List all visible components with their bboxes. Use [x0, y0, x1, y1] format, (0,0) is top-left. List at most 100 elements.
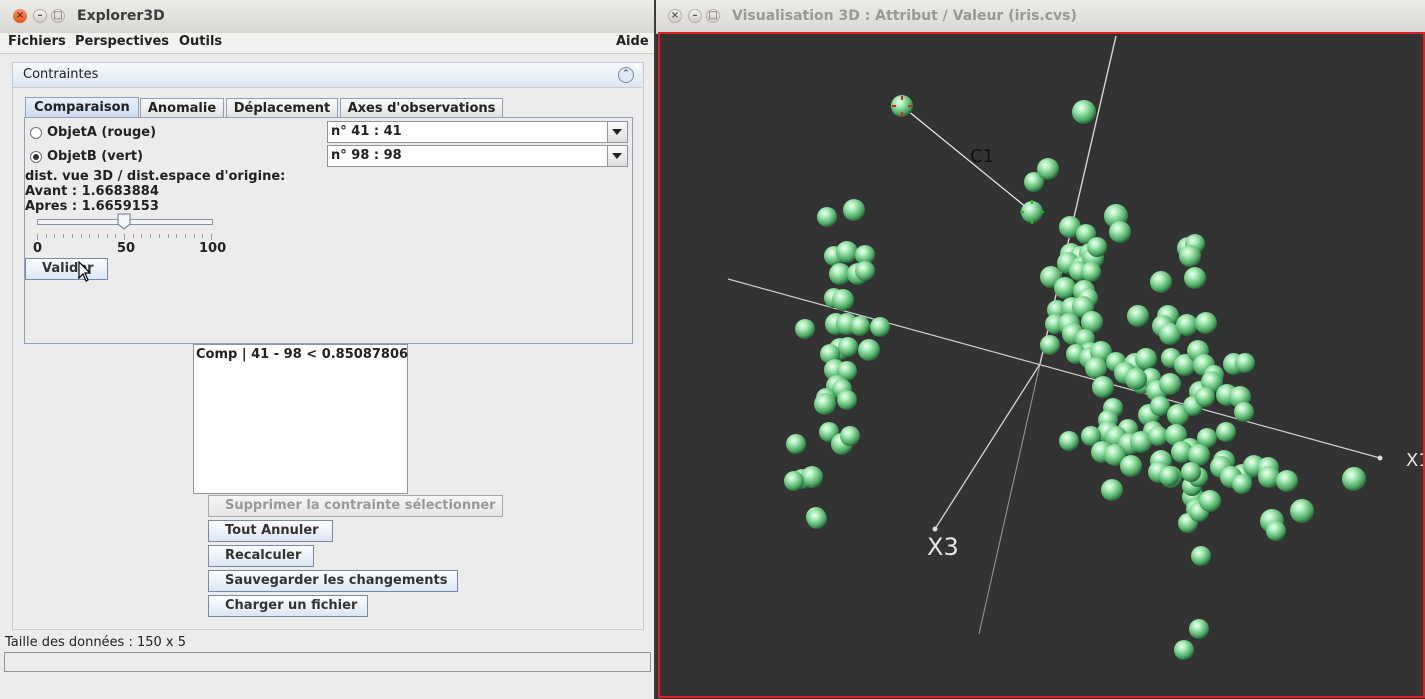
tab-deplacement[interactable]: Déplacement	[226, 98, 338, 117]
data-point-sphere[interactable]	[858, 339, 880, 361]
list-item[interactable]: Comp | 41 - 98 < 0.85087806	[196, 347, 408, 362]
data-point-sphere[interactable]	[1232, 474, 1252, 494]
sauvegarder-button[interactable]: Sauvegarder les changements	[208, 570, 458, 592]
data-point-sphere[interactable]	[1195, 387, 1215, 407]
data-point-sphere[interactable]	[1216, 422, 1236, 442]
data-point-sphere[interactable]	[840, 426, 860, 446]
constraints-header[interactable]: Contraintes ⌃	[13, 63, 642, 88]
data-point-sphere[interactable]	[1159, 466, 1179, 486]
data-point-sphere[interactable]	[1184, 267, 1206, 289]
data-point-sphere[interactable]	[1072, 100, 1096, 124]
visualisation-titlebar[interactable]: × – □ Visualisation 3D : Attribut / Vale…	[656, 0, 1425, 34]
data-point-sphere[interactable]	[1040, 335, 1060, 355]
chevron-down-icon[interactable]	[607, 122, 627, 142]
data-point-sphere[interactable]	[1059, 431, 1079, 451]
slider-tick-mark	[141, 234, 143, 238]
data-point-sphere[interactable]	[1174, 640, 1194, 660]
slider-ticks	[37, 234, 212, 240]
data-point-sphere[interactable]	[1191, 546, 1211, 566]
data-point-sphere[interactable]	[817, 207, 837, 227]
data-point-sphere[interactable]	[1176, 314, 1198, 336]
data-point-sphere[interactable]	[832, 289, 854, 311]
data-point-sphere[interactable]	[838, 337, 858, 357]
slider-tick-0: 0	[33, 241, 43, 256]
maximize-icon[interactable]: □	[51, 9, 65, 23]
axis-line	[934, 363, 1041, 530]
data-point-sphere[interactable]	[850, 316, 870, 336]
slider-tick-mark	[106, 234, 108, 238]
slider-thumb[interactable]	[117, 213, 131, 230]
chevron-down-icon[interactable]	[607, 146, 627, 166]
data-point-sphere[interactable]	[1235, 353, 1255, 373]
data-point-sphere[interactable]	[1181, 462, 1201, 482]
data-point-sphere[interactable]	[1125, 368, 1147, 390]
menu-outils[interactable]: Outils	[179, 34, 222, 49]
data-point-sphere[interactable]	[1135, 348, 1157, 370]
slider-tick-mark	[184, 234, 186, 238]
data-point-sphere[interactable]	[1021, 201, 1043, 223]
data-point-sphere[interactable]	[1101, 479, 1123, 501]
menu-bar: Fichiers Perspectives Outils Aide	[0, 33, 654, 54]
data-point-sphere[interactable]	[1195, 312, 1217, 334]
data-point-sphere[interactable]	[1159, 373, 1181, 395]
data-point-sphere[interactable]	[786, 434, 806, 454]
close-icon[interactable]: ×	[13, 9, 27, 23]
data-point-sphere[interactable]	[784, 471, 804, 491]
data-point-sphere[interactable]	[855, 261, 875, 281]
slider-tick-mark	[63, 234, 65, 238]
tab-comparaison[interactable]: Comparaison	[25, 97, 139, 118]
data-point-sphere[interactable]	[843, 199, 865, 221]
tout-annuler-button[interactable]: Tout Annuler	[208, 520, 333, 542]
data-point-sphere[interactable]	[807, 509, 827, 529]
objetA-select[interactable]: n° 41 : 41	[327, 121, 628, 143]
objetB-select[interactable]: n° 98 : 98	[327, 145, 628, 167]
minimize-icon[interactable]: –	[688, 9, 702, 23]
supprimer-button[interactable]: Supprimer la contrainte sélectionner	[208, 495, 503, 517]
data-point-sphere[interactable]	[814, 393, 836, 415]
data-point-sphere[interactable]	[1037, 158, 1059, 180]
data-point-sphere[interactable]	[1276, 470, 1298, 492]
data-point-sphere[interactable]	[1290, 499, 1314, 523]
menu-fichiers[interactable]: Fichiers	[8, 34, 66, 49]
scene-canvas[interactable]: C1 X3 X1	[658, 32, 1425, 698]
data-point-sphere[interactable]	[1127, 305, 1149, 327]
menu-aide[interactable]: Aide	[616, 34, 649, 49]
data-point-sphere[interactable]	[1150, 271, 1172, 293]
data-point-sphere[interactable]	[1189, 619, 1209, 639]
recalculer-button[interactable]: Recalculer	[208, 545, 314, 567]
data-point-sphere[interactable]	[1109, 221, 1131, 243]
scene-3d[interactable]: C1 X3 X1	[660, 34, 1423, 696]
data-point-sphere[interactable]	[1148, 426, 1168, 446]
data-point-sphere[interactable]	[801, 466, 823, 488]
data-point-sphere[interactable]	[1081, 262, 1101, 282]
data-point-sphere[interactable]	[1199, 490, 1221, 512]
data-point-sphere[interactable]	[1092, 376, 1114, 398]
data-point-sphere[interactable]	[837, 390, 857, 410]
data-point-sphere[interactable]	[1179, 245, 1201, 267]
charger-button[interactable]: Charger un fichier	[208, 595, 368, 617]
data-point-sphere[interactable]	[1342, 467, 1366, 491]
data-point-sphere[interactable]	[1054, 277, 1076, 299]
objetB-radio[interactable]	[30, 151, 42, 163]
tab-anomalie[interactable]: Anomalie	[140, 98, 224, 117]
data-point-sphere[interactable]	[836, 241, 858, 263]
menu-perspectives[interactable]: Perspectives	[75, 34, 169, 49]
visualisation-window: × – □ Visualisation 3D : Attribut / Vale…	[656, 0, 1425, 699]
data-point-sphere[interactable]	[1150, 396, 1170, 416]
data-point-sphere[interactable]	[1087, 237, 1107, 257]
data-point-sphere[interactable]	[870, 317, 890, 337]
objetA-radio[interactable]	[30, 127, 42, 139]
data-point-sphere[interactable]	[1120, 455, 1142, 477]
data-point-sphere[interactable]	[1266, 521, 1286, 541]
data-point-sphere[interactable]	[1234, 402, 1254, 422]
close-icon[interactable]: ×	[668, 9, 682, 23]
valider-button[interactable]: Valider	[25, 258, 108, 280]
minimize-icon[interactable]: –	[33, 9, 47, 23]
maximize-icon[interactable]: □	[706, 9, 720, 23]
data-point-sphere[interactable]	[795, 319, 815, 339]
collapse-icon[interactable]: ⌃	[618, 67, 634, 83]
data-point-sphere[interactable]	[1085, 357, 1107, 379]
explorer3d-titlebar[interactable]: × – □ Explorer3D	[0, 0, 654, 34]
tab-axes-observations[interactable]: Axes d'observations	[340, 98, 503, 117]
constraints-list[interactable]: Comp | 41 - 98 < 0.85087806	[193, 344, 408, 494]
